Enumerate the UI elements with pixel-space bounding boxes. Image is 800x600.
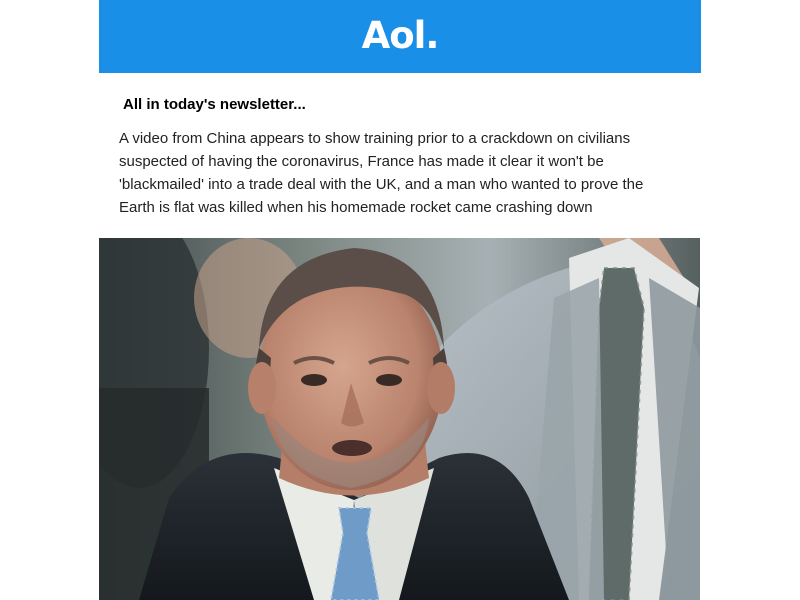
brand-header: Aol. [99,0,701,73]
hero-image[interactable] [99,238,700,600]
newsletter-summary: A video from China appears to show train… [119,130,644,216]
aol-logo[interactable]: Aol. [362,17,440,54]
newsletter-heading: All in today's newsletter... [123,96,306,113]
hero-photo-illustration [99,238,700,600]
newsletter-email: Aol. All in today's newsletter... A vide… [99,0,701,600]
